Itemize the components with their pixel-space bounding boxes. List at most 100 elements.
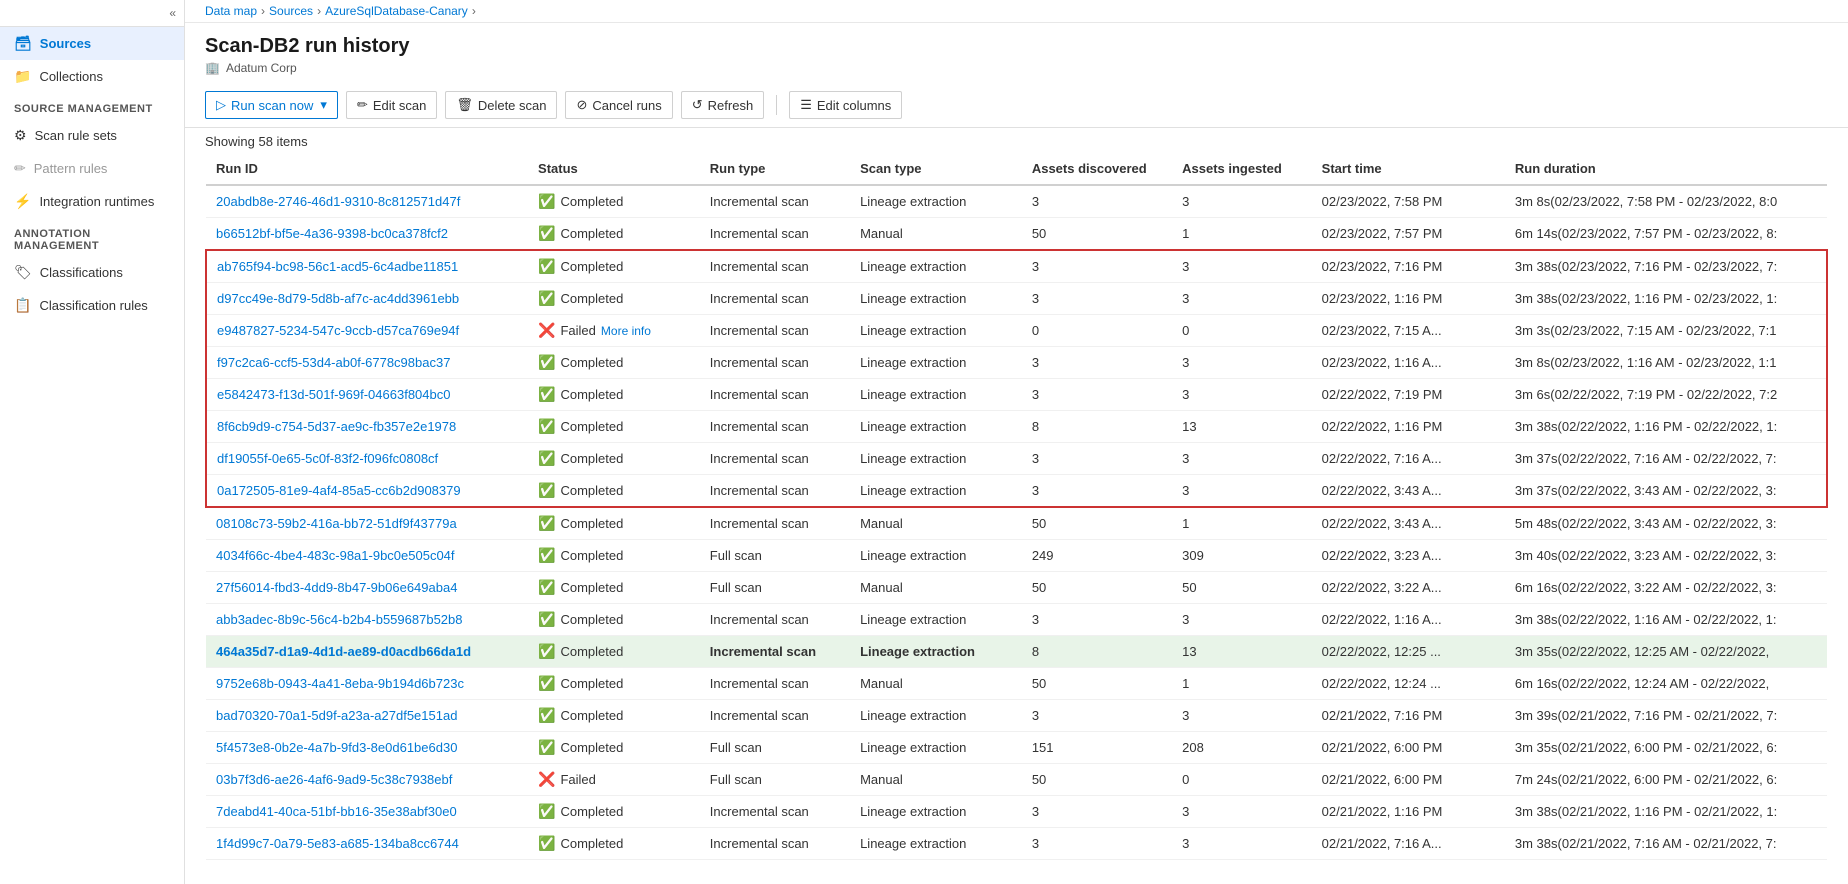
run-type-cell: Full scan — [700, 732, 850, 764]
run-id-cell[interactable]: e9487827-5234-547c-9ccb-d57ca769e94f — [206, 315, 528, 347]
run-id-cell[interactable]: abb3adec-8b9c-56c4-b2b4-b559687b52b8 — [206, 604, 528, 636]
table-row: 08108c73-59b2-416a-bb72-51df9f43779a✅Com… — [206, 507, 1827, 540]
sidebar-item-integration-runtimes[interactable]: ⚡ Integration runtimes — [0, 185, 184, 218]
dropdown-arrow: ▾ — [320, 97, 327, 113]
run-duration-cell: 3m 38s(02/21/2022, 7:16 AM - 02/21/2022,… — [1505, 828, 1827, 860]
scan-type-cell: Lineage extraction — [850, 411, 1022, 443]
run-id-cell[interactable]: 27f56014-fbd3-4dd9-8b47-9b06e649aba4 — [206, 572, 528, 604]
sidebar-item-sources[interactable]: 🗃 Sources — [0, 27, 184, 60]
start-time-cell: 02/22/2022, 3:22 A... — [1312, 572, 1505, 604]
sidebar-item-classifications[interactable]: 🏷 Classifications — [0, 256, 184, 289]
status-cell: ✅Completed — [528, 411, 700, 443]
breadcrumb-azure-sql[interactable]: AzureSqlDatabase-Canary — [325, 4, 468, 18]
cancel-runs-button[interactable]: ⊘ Cancel runs — [565, 91, 672, 119]
breadcrumb-data-map[interactable]: Data map — [205, 4, 257, 18]
refresh-button[interactable]: ↺ Refresh — [681, 91, 764, 119]
scan-type-cell: Lineage extraction — [850, 636, 1022, 668]
assets-discovered-cell: 8 — [1022, 411, 1172, 443]
status-cell: ✅Completed — [528, 250, 700, 283]
run-id-cell[interactable]: 9752e68b-0943-4a41-8eba-9b194d6b723c — [206, 668, 528, 700]
edit-columns-button[interactable]: ☰ Edit columns — [789, 91, 902, 119]
check-icon: ✅ — [538, 258, 555, 275]
sidebar-item-classification-rules[interactable]: 📋 Classification rules — [0, 289, 184, 322]
run-type-cell: Incremental scan — [700, 315, 850, 347]
page-header: Scan-DB2 run history 🏢 Adatum Corp — [185, 23, 1848, 83]
run-id-cell[interactable]: f97c2ca6-ccf5-53d4-ab0f-6778c98bac37 — [206, 347, 528, 379]
table-container[interactable]: Run ID Status Run type Scan type Assets … — [185, 153, 1848, 884]
delete-scan-button[interactable]: 🗑 Delete scan — [445, 91, 557, 119]
assets-ingested-cell: 3 — [1172, 379, 1312, 411]
run-id-cell[interactable]: df19055f-0e65-5c0f-83f2-f096fc0808cf — [206, 443, 528, 475]
status-cell: ✅Completed — [528, 828, 700, 860]
run-duration-cell: 3m 35s(02/21/2022, 6:00 PM - 02/21/2022,… — [1505, 732, 1827, 764]
status-cell: ✅Completed — [528, 475, 700, 508]
scan-type-cell: Manual — [850, 668, 1022, 700]
col-assets-discovered: Assets discovered — [1022, 153, 1172, 185]
status-text: Completed — [560, 804, 623, 819]
breadcrumb-sources[interactable]: Sources — [269, 4, 313, 18]
check-icon: ✅ — [538, 707, 555, 724]
start-time-cell: 02/22/2022, 12:24 ... — [1312, 668, 1505, 700]
scan-type-cell: Lineage extraction — [850, 283, 1022, 315]
sidebar-item-classification-rules-label: Classification rules — [39, 298, 147, 313]
run-type-cell: Incremental scan — [700, 218, 850, 251]
source-management-label: Source management — [0, 93, 184, 119]
check-icon: ✅ — [538, 643, 555, 660]
start-time-cell: 02/23/2022, 7:57 PM — [1312, 218, 1505, 251]
assets-ingested-cell: 50 — [1172, 572, 1312, 604]
assets-discovered-cell: 3 — [1022, 700, 1172, 732]
run-id-cell[interactable]: ab765f94-bc98-56c1-acd5-6c4adbe11851 — [206, 250, 528, 283]
run-type-cell: Incremental scan — [700, 411, 850, 443]
start-time-cell: 02/23/2022, 1:16 A... — [1312, 347, 1505, 379]
status-cell: ✅Completed — [528, 379, 700, 411]
run-id-cell[interactable]: 0a172505-81e9-4af4-85a5-cc6b2d908379 — [206, 475, 528, 508]
run-type-cell: Incremental scan — [700, 828, 850, 860]
run-duration-cell: 3m 37s(02/22/2022, 7:16 AM - 02/22/2022,… — [1505, 443, 1827, 475]
table-row: d97cc49e-8d79-5d8b-af7c-ac4dd3961ebb✅Com… — [206, 283, 1827, 315]
run-scan-button[interactable]: ▷ Run scan now ▾ — [205, 91, 338, 119]
edit-scan-button[interactable]: ✏ Edit scan — [346, 91, 437, 119]
run-id-cell[interactable]: 03b7f3d6-ae26-4af6-9ad9-5c38c7938ebf — [206, 764, 528, 796]
sidebar-item-pattern-rules[interactable]: ✏ Pattern rules — [0, 152, 184, 185]
integration-runtimes-icon: ⚡ — [14, 193, 31, 210]
assets-discovered-cell: 50 — [1022, 572, 1172, 604]
run-id-cell[interactable]: 1f4d99c7-0a79-5e83-a685-134ba8cc6744 — [206, 828, 528, 860]
more-info-link[interactable]: More info — [601, 324, 651, 338]
collapse-button[interactable]: « — [0, 0, 184, 27]
table-row: 0a172505-81e9-4af4-85a5-cc6b2d908379✅Com… — [206, 475, 1827, 508]
run-type-cell: Incremental scan — [700, 379, 850, 411]
start-time-cell: 02/22/2022, 3:43 A... — [1312, 507, 1505, 540]
assets-ingested-cell: 3 — [1172, 604, 1312, 636]
run-id-cell[interactable]: 7deabd41-40ca-51bf-bb16-35e38abf30e0 — [206, 796, 528, 828]
check-icon: ✅ — [538, 835, 555, 852]
building-icon: 🏢 — [205, 61, 220, 75]
sidebar-item-collections[interactable]: 📁 Collections — [0, 60, 184, 93]
run-id-cell[interactable]: 464a35d7-d1a9-4d1d-ae89-d0acdb66da1d — [206, 636, 528, 668]
run-id-cell[interactable]: 5f4573e8-0b2e-4a7b-9fd3-8e0d61be6d30 — [206, 732, 528, 764]
status-cell: ✅Completed — [528, 668, 700, 700]
run-id-cell[interactable]: 8f6cb9d9-c754-5d37-ae9c-fb357e2e1978 — [206, 411, 528, 443]
run-id-cell[interactable]: 20abdb8e-2746-46d1-9310-8c812571d47f — [206, 185, 528, 218]
table-row: abb3adec-8b9c-56c4-b2b4-b559687b52b8✅Com… — [206, 604, 1827, 636]
assets-discovered-cell: 3 — [1022, 250, 1172, 283]
run-type-cell: Incremental scan — [700, 604, 850, 636]
run-id-cell[interactable]: bad70320-70a1-5d9f-a23a-a27df5e151ad — [206, 700, 528, 732]
status-text: Failed — [560, 323, 595, 338]
check-icon: ✅ — [538, 450, 555, 467]
run-id-cell[interactable]: 08108c73-59b2-416a-bb72-51df9f43779a — [206, 507, 528, 540]
run-id-cell[interactable]: e5842473-f13d-501f-969f-04663f804bc0 — [206, 379, 528, 411]
assets-discovered-cell: 3 — [1022, 828, 1172, 860]
status-cell: ✅Completed — [528, 347, 700, 379]
run-duration-cell: 3m 38s(02/22/2022, 1:16 AM - 02/22/2022,… — [1505, 604, 1827, 636]
run-id-cell[interactable]: b66512bf-bf5e-4a36-9398-bc0ca378fcf2 — [206, 218, 528, 251]
collections-icon: 📁 — [14, 68, 31, 85]
run-id-cell[interactable]: d97cc49e-8d79-5d8b-af7c-ac4dd3961ebb — [206, 283, 528, 315]
start-time-cell: 02/22/2022, 3:23 A... — [1312, 540, 1505, 572]
scan-type-cell: Lineage extraction — [850, 347, 1022, 379]
status-text: Completed — [560, 740, 623, 755]
table-row: bad70320-70a1-5d9f-a23a-a27df5e151ad✅Com… — [206, 700, 1827, 732]
sidebar-item-scan-rule-sets[interactable]: ⚙ Scan rule sets — [0, 119, 184, 152]
check-icon: ✅ — [538, 193, 555, 210]
scan-type-cell: Lineage extraction — [850, 315, 1022, 347]
run-id-cell[interactable]: 4034f66c-4be4-483c-98a1-9bc0e505c04f — [206, 540, 528, 572]
